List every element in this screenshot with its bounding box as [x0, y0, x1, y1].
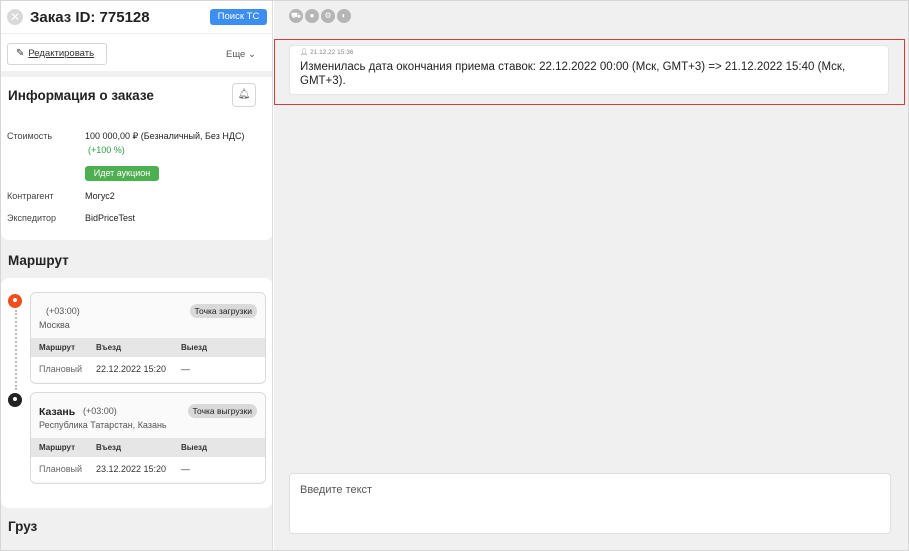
- order-title: Заказ ID: 775128: [30, 9, 150, 26]
- col-route: Маршрут: [39, 343, 76, 352]
- col-entry: Въезд: [96, 343, 122, 352]
- message-compose[interactable]: [289, 473, 891, 534]
- cost-label: Стоимость: [7, 131, 53, 141]
- truck-icon[interactable]: ⛟: [289, 9, 303, 23]
- col-route: Маршрут: [39, 443, 76, 452]
- stop-city: Казань: [39, 406, 76, 418]
- bell-icon[interactable]: 🔔︎: [232, 83, 256, 107]
- gear-icon[interactable]: ⚙: [321, 9, 335, 23]
- message-text: Изменилась дата окончания приема ставок:…: [300, 61, 846, 87]
- stop-subtitle: Республика Татарстан, Казань: [39, 420, 167, 430]
- pencil-icon: ✎: [16, 48, 25, 59]
- route-card: (+03:00) Москва Точка загрузки Маршрут В…: [1, 278, 272, 508]
- col-exit: Выезд: [181, 343, 208, 352]
- pickup-pin-icon: [8, 294, 22, 308]
- auction-badge: Идет аукцион: [85, 166, 159, 181]
- col-exit: Выезд: [181, 443, 208, 452]
- message-input[interactable]: [300, 484, 880, 496]
- table-row: Плановый 22.12.2022 15:20 —: [31, 357, 265, 381]
- forwarder-value: BidPriceTest: [85, 213, 136, 223]
- stop-type-badge: Точка загрузки: [189, 304, 257, 318]
- col-entry: Въезд: [96, 443, 122, 452]
- cargo-title: Груз: [8, 519, 38, 534]
- row-type: Плановый: [39, 364, 82, 374]
- stop-subtitle: Москва: [39, 320, 70, 330]
- row-exit: —: [181, 364, 190, 374]
- row-entry: 23.12.2022 15:20: [96, 464, 167, 474]
- order-panel: ✕ Заказ ID: 775128 Поиск ТС ✎ Редактирова…: [1, 1, 273, 550]
- row-entry: 22.12.2022 15:20: [96, 364, 167, 374]
- stop-table-header: Маршрут Въезд Выезд: [31, 438, 265, 457]
- user-icon[interactable]: ●: [305, 9, 319, 23]
- route-connector: [15, 310, 17, 390]
- counterparty-label: Контрагент: [7, 191, 54, 201]
- order-info-card: Информация о заказе 🔔︎ Стоимость 100 000…: [1, 77, 272, 240]
- edit-button[interactable]: ✎ Редактировать: [7, 43, 107, 65]
- order-header: ✕ Заказ ID: 775128 Поиск ТС: [1, 1, 272, 33]
- stop-type-badge: Точка выгрузки: [187, 404, 257, 418]
- row-type: Плановый: [39, 464, 82, 474]
- feed-message: 👤︎ 21.12.22 15:36 Изменилась дата оконча…: [289, 45, 889, 95]
- cost-markup: (+100 %): [88, 145, 125, 155]
- cost-value: 100 000,00 ₽ (Безналичный, Без НДС): [85, 131, 245, 141]
- close-icon[interactable]: ✕: [7, 9, 23, 25]
- row-exit: —: [181, 464, 190, 474]
- route-title: Маршрут: [8, 253, 69, 268]
- users-icon[interactable]: ◐: [337, 9, 351, 23]
- stop-timezone: (+03:00): [46, 306, 80, 316]
- table-row: Плановый 23.12.2022 15:20 —: [31, 457, 265, 481]
- order-actions: ✎ Редактировать Еще ⌄: [1, 33, 272, 71]
- route-stop-dropoff[interactable]: Казань (+03:00) Республика Татарстан, Ка…: [30, 392, 266, 484]
- activity-panel: ⛟ ● ⚙ ◐ 👤︎ 21.12.22 15:36 Изменилась дата о…: [274, 1, 908, 550]
- stop-table-header: Маршрут Въезд Выезд: [31, 338, 265, 357]
- order-info-title: Информация о заказе: [8, 88, 154, 103]
- counterparty-value: Могус2: [85, 191, 115, 201]
- edit-button-label: Редактировать: [28, 48, 95, 59]
- message-timestamp: 21.12.22 15:36: [310, 49, 354, 56]
- dropoff-pin-icon: [8, 393, 22, 407]
- feed-filter-bar: ⛟ ● ⚙ ◐: [289, 9, 353, 25]
- author-icon: 👤︎: [300, 49, 309, 56]
- search-ts-button[interactable]: Поиск ТС: [210, 9, 267, 25]
- route-stop-pickup[interactable]: (+03:00) Москва Точка загрузки Маршрут В…: [30, 292, 266, 384]
- more-dropdown[interactable]: Еще ⌄: [226, 49, 256, 60]
- forwarder-label: Экспедитор: [7, 213, 56, 223]
- message-meta: 👤︎ 21.12.22 15:36: [300, 48, 353, 56]
- stop-timezone: (+03:00): [83, 406, 117, 416]
